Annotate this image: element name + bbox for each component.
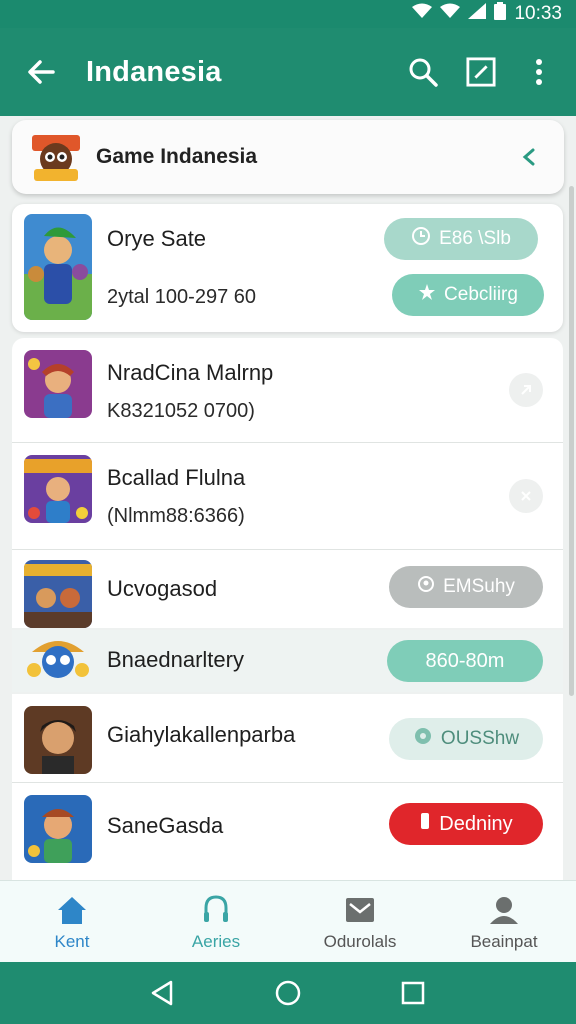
status-pill-button[interactable]: EMSuhy: [389, 566, 543, 608]
clock-icon: [411, 226, 431, 252]
status-pill-button[interactable]: 860-80m: [387, 640, 543, 682]
item-subtitle: 2ytal 100-297 60: [107, 286, 257, 308]
alert-icon: [419, 811, 431, 837]
list-item[interactable]: Bnaednarltery 860-80m: [12, 630, 563, 692]
nav-item-series[interactable]: Aeries: [144, 881, 288, 963]
bottom-navigation: Kent Aeries Odurolals Beainpat: [0, 880, 576, 962]
chevron-left-icon[interactable]: [518, 146, 540, 168]
list-item[interactable]: NradCina Malrnp K8321052 0700): [12, 338, 563, 442]
cell-signal-icon: [468, 3, 487, 25]
item-name: Orye Sate: [107, 226, 207, 251]
status-bar: 10:33: [0, 0, 576, 28]
headset-icon: [204, 895, 228, 922]
status-pill-button[interactable]: E86 \Slb: [384, 218, 538, 260]
back-triangle-icon[interactable]: [149, 979, 177, 1007]
game-thumbnail: [24, 630, 92, 690]
app-bar: Indanesia: [0, 28, 576, 116]
profile-icon: [490, 897, 518, 924]
nav-label: Kent: [54, 932, 90, 951]
list-item[interactable]: Ucvogasod EMSuhy: [12, 550, 563, 628]
game-thumbnail: [24, 795, 92, 863]
battery-icon: [494, 2, 507, 26]
list-item[interactable]: Giahylakallenparba OUSShw: [12, 694, 563, 782]
nav-item-home[interactable]: Kent: [0, 881, 144, 963]
mail-icon: [346, 898, 374, 922]
list-item[interactable]: SaneGasda Dedniny: [12, 783, 563, 880]
item-name: Giahylakallenparba: [107, 722, 296, 747]
header-card[interactable]: Game Indanesia: [12, 120, 564, 194]
item-name: Bnaednarltery: [107, 647, 244, 672]
nav-item-profile[interactable]: Beainpat: [432, 881, 576, 963]
recents-square-icon[interactable]: [399, 979, 427, 1007]
item-subtitle: (Nlmm88:6366): [107, 505, 245, 527]
checking-button[interactable]: Cebcliirg: [392, 274, 544, 316]
game-thumbnail: [24, 214, 92, 320]
content-area: Game Indanesia Orye Sate 2ytal 100-297 6…: [0, 116, 576, 880]
game-thumbnail: [24, 560, 92, 628]
home-icon: [58, 897, 86, 924]
home-circle-icon[interactable]: [274, 979, 302, 1007]
back-arrow-icon[interactable]: [26, 57, 56, 87]
wifi-icon: [412, 3, 433, 25]
header-card-title: Game Indanesia: [96, 145, 258, 168]
page-title: Indanesia: [86, 55, 222, 88]
list-item[interactable]: Bcallad Flulna (Nlmm88:6366): [12, 443, 563, 549]
refresh-icon: [413, 726, 433, 752]
item-name: SaneGasda: [107, 813, 224, 838]
nav-item-mail[interactable]: Odurolals: [288, 881, 432, 963]
star-icon: [418, 283, 436, 307]
edit-icon[interactable]: [466, 57, 496, 87]
close-icon[interactable]: [509, 479, 543, 513]
status-pill-button[interactable]: OUSShw: [389, 718, 543, 760]
game-thumbnail: [24, 706, 92, 774]
status-pill-button[interactable]: Dedniny: [389, 803, 543, 845]
game-logo-icon: [28, 129, 84, 185]
system-navigation-bar: [0, 962, 576, 1024]
arrow-forward-icon[interactable]: [509, 373, 543, 407]
user-icon: [417, 575, 435, 599]
more-vert-icon[interactable]: [524, 57, 554, 87]
item-subtitle: K8321052 0700): [107, 400, 255, 422]
status-time: 10:33: [514, 3, 562, 24]
scrollbar[interactable]: [569, 186, 574, 696]
game-thumbnail: [24, 455, 92, 523]
search-icon[interactable]: [408, 57, 438, 87]
game-thumbnail: [24, 350, 92, 418]
item-name: NradCina Malrnp: [107, 360, 274, 385]
list-item[interactable]: Orye Sate 2ytal 100-297 60 E86 \Slb Cebc…: [12, 204, 563, 332]
item-name: Bcallad Flulna: [107, 465, 246, 490]
nav-label: Odurolals: [323, 932, 397, 951]
nav-label: Aeries: [191, 932, 241, 951]
signal-icon: [440, 3, 461, 25]
nav-label: Beainpat: [470, 932, 538, 951]
item-name: Ucvogasod: [107, 576, 218, 601]
